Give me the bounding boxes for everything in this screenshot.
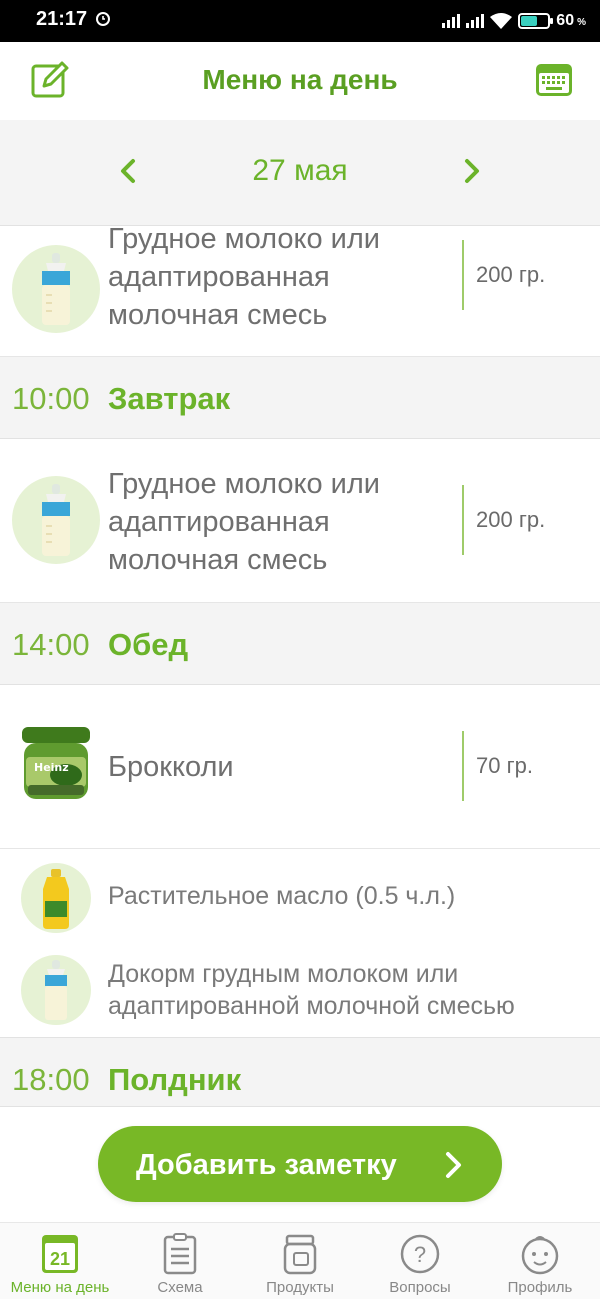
app-header: Меню на день [0,42,600,120]
meal-header-lunch: 14:00 Обед [0,603,600,685]
meal-time: 10:00 [12,381,90,416]
oil-bottle-image [21,863,91,933]
food-name: Брокколи [108,751,234,783]
bottle-image [12,476,100,564]
calendar-icon: 21 [42,1235,78,1273]
list-item[interactable]: Грудное молоко или адаптированная молочн… [0,439,600,603]
status-indicators: 60% [442,6,586,36]
tab-label: Меню на день [10,1279,110,1296]
list-item[interactable]: Грудное молоко или адаптированная молочн… [0,223,600,357]
svg-text:?: ? [414,1242,426,1267]
tab-products[interactable]: Продукты [240,1223,360,1300]
tab-label: Схема [157,1279,203,1296]
tab-label: Вопросы [389,1279,451,1296]
tab-label: Профиль [507,1279,573,1296]
broccoli-jar-image: Heinz [18,723,94,805]
signal-icon [442,14,461,28]
food-name: Растительное масло (0.5 ч.л.) [108,882,456,910]
keyboard-icon[interactable] [534,60,574,100]
meal-header-breakfast: 10:00 Завтрак [0,357,600,439]
meal-header-snack: 18:00 Полдник [0,1037,600,1107]
meal-name: Обед [108,627,189,662]
current-date: 27 мая [252,154,348,187]
wifi-icon [490,13,513,29]
list-item[interactable]: Растительное масло (0.5 ч.л.) [0,849,600,942]
list-item[interactable]: Докорм грудным молоком или адаптированно… [0,942,600,1037]
alarm-icon [96,12,110,26]
bottle-image [12,245,100,333]
add-note-label: Добавить заметку [136,1149,397,1181]
jar-icon [283,1234,317,1275]
signal-icon [466,14,485,28]
calendar-day: 21 [50,1249,70,1269]
bottle-image [21,955,91,1025]
baby-face-icon [521,1236,559,1275]
list-item[interactable]: Heinz Брокколи 70 гр. [0,685,600,849]
meal-time: 18:00 [12,1062,90,1097]
tab-label: Продукты [266,1279,334,1296]
tab-scheme[interactable]: Схема [120,1223,240,1300]
tab-menu[interactable]: 21 Меню на день [0,1223,120,1300]
date-navigation: 27 мая [0,120,600,226]
checklist-icon [163,1233,197,1275]
status-time: 21:17 [36,8,88,30]
chevron-right-icon[interactable] [456,156,486,186]
food-name: Докорм грудным молоком или адаптированно… [108,960,515,1020]
bottom-tab-bar: 21 Меню на день Схема Продукты ? Вопросы [0,1222,600,1299]
food-name: Грудное молоко или адаптированная молочн… [108,468,380,576]
page-title: Меню на день [202,64,398,95]
food-amount: 200 гр. [462,485,596,555]
tab-profile[interactable]: Профиль [480,1223,600,1300]
food-amount: 70 гр. [462,731,596,801]
add-note-button[interactable]: Добавить заметку [98,1126,502,1202]
meal-name: Полдник [108,1062,242,1097]
status-bar: 21:17 60% [0,0,600,42]
battery-percent: 60% [556,12,586,29]
battery-icon [518,13,554,29]
tab-questions[interactable]: ? Вопросы [360,1223,480,1300]
jar-brand-text: Heinz [34,761,69,774]
chevron-right-icon [446,1152,461,1178]
food-amount: 200 гр. [462,240,596,310]
food-name: Грудное молоко или адаптированная молочн… [108,223,380,331]
meal-name: Завтрак [108,381,231,416]
meal-time: 14:00 [12,627,90,662]
question-icon: ? [400,1234,440,1274]
